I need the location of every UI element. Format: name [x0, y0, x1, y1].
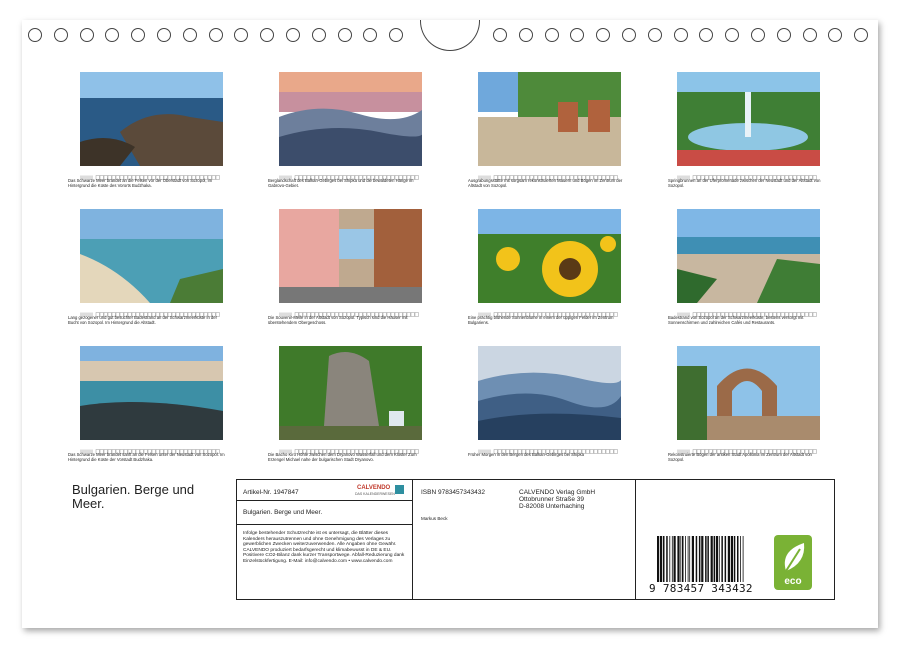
binding-ring [28, 28, 42, 42]
binding-ring [234, 28, 249, 42]
binding-ring [673, 28, 688, 42]
photo-caption-10: Die Bacho Kiro Höhle zwischen dem Dryano… [268, 452, 417, 462]
binding-ring [363, 28, 378, 42]
photo-caption-9: Das Schwarze Meer brandet sanft an die F… [68, 452, 225, 462]
mini-calendar-strip [80, 304, 223, 317]
photo-thumbnail-8 [677, 209, 820, 303]
isbn: ISBN 9783457343432 [421, 489, 485, 496]
mini-calendar-strip [478, 441, 621, 454]
binding-ring [596, 28, 611, 42]
photo-caption-4: Springbrunnen an der Uferpromenade zwisc… [668, 178, 821, 188]
binding-ring [131, 28, 146, 42]
binding-ring [53, 28, 68, 42]
info-title: Bulgarien. Berge und Meer. [243, 509, 323, 516]
binding-ring [802, 28, 817, 42]
calendar-title: Bulgarien. Berge und Meer. [72, 482, 195, 511]
photo-thumbnail-3 [478, 72, 621, 166]
binding-ring [208, 28, 223, 42]
binding-ring [105, 28, 120, 42]
photo-thumbnail-6 [279, 209, 422, 303]
photo-caption-6: Die Souvenir-Meile in der Altstadt von S… [268, 315, 408, 325]
binding-ring [725, 28, 740, 42]
binding-ring [157, 28, 171, 42]
photo-caption-12: Rekonstruierte Bögen der antiken Stadt A… [668, 452, 812, 462]
photo-caption-5: Lang gezogener und gut besuchter Badestr… [68, 315, 217, 325]
binding-ring [699, 28, 714, 42]
photo-thumbnail-11 [478, 346, 621, 440]
photo-thumbnail-2 [279, 72, 422, 166]
mini-calendar-strip [80, 167, 223, 180]
photo-caption-1: Das Schwarze Meer brandet an die Felsen … [68, 178, 213, 188]
barcode-number: 9 783457 343432 [649, 582, 753, 595]
publisher-address: CALVENDO Verlag GmbH Ottobrunner Straße … [519, 489, 596, 510]
mini-calendar-strip [677, 441, 820, 454]
article-number: Artikel-Nr. 1947847 [243, 489, 299, 496]
binding-ring [79, 28, 94, 42]
binding-ring [854, 28, 869, 42]
calendar-back-sheet: Das Schwarze Meer brandet an die Felsen … [22, 20, 878, 628]
eco-badge-icon: eco [774, 535, 812, 590]
legal-notice: Infolge bestehender Schutzrechte ist es … [243, 531, 405, 564]
photo-caption-11: Früher Morgen in den Bergen des Balkan-G… [468, 452, 584, 457]
calvendo-logo: CALVENDO [357, 485, 391, 491]
photo-caption-7: Eine prächtig blühende Sonnenblume in ei… [468, 315, 614, 325]
photo-thumbnail-10 [279, 346, 422, 440]
mini-calendar-strip [279, 304, 422, 317]
photo-thumbnail-5 [80, 209, 223, 303]
binding-ring [337, 28, 352, 42]
binding-ring [570, 28, 585, 42]
calvendo-tagline: DAS KALENDERWESEN [355, 492, 395, 496]
binding-ring [389, 28, 404, 42]
binding-ring [776, 28, 791, 42]
mini-calendar-strip [677, 304, 820, 317]
author: Markus Beck [421, 516, 448, 521]
mini-calendar-strip [279, 167, 422, 180]
binding-ring [260, 28, 275, 42]
binding-ring [647, 28, 662, 42]
photo-thumbnail-12 [677, 346, 820, 440]
binding-ring [493, 28, 507, 42]
mini-calendar-strip [677, 167, 820, 180]
photo-thumbnail-1 [80, 72, 223, 166]
binding-ring [286, 28, 300, 42]
photo-caption-2: Berglandschaft des Balkan-Gebirges bei S… [268, 178, 414, 188]
binding-ring [544, 28, 559, 42]
binding-ring [182, 28, 197, 42]
photo-caption-3: Ausgrabungsstätte mit sorgsam rekonstrui… [468, 178, 623, 188]
info-box: Artikel-Nr. 1947847 CALVENDO DAS KALENDE… [236, 479, 835, 600]
mini-calendar-strip [478, 167, 621, 180]
binding-ring [622, 28, 636, 42]
binding-ring [828, 28, 843, 42]
binding-ring [311, 28, 326, 42]
binding-ring [518, 28, 533, 42]
mini-calendar-strip [80, 441, 223, 454]
photo-thumbnail-4 [677, 72, 820, 166]
calvendo-logo-icon [395, 485, 404, 494]
eco-label: eco [784, 576, 802, 587]
photo-caption-8: Badestrand von Sozopol an der Schwarzmee… [668, 315, 804, 325]
mini-calendar-strip [279, 441, 422, 454]
mini-calendar-strip [478, 304, 621, 317]
photo-thumbnail-7 [478, 209, 621, 303]
photo-thumbnail-9 [80, 346, 223, 440]
barcode [657, 536, 744, 582]
binding-ring [751, 28, 765, 42]
